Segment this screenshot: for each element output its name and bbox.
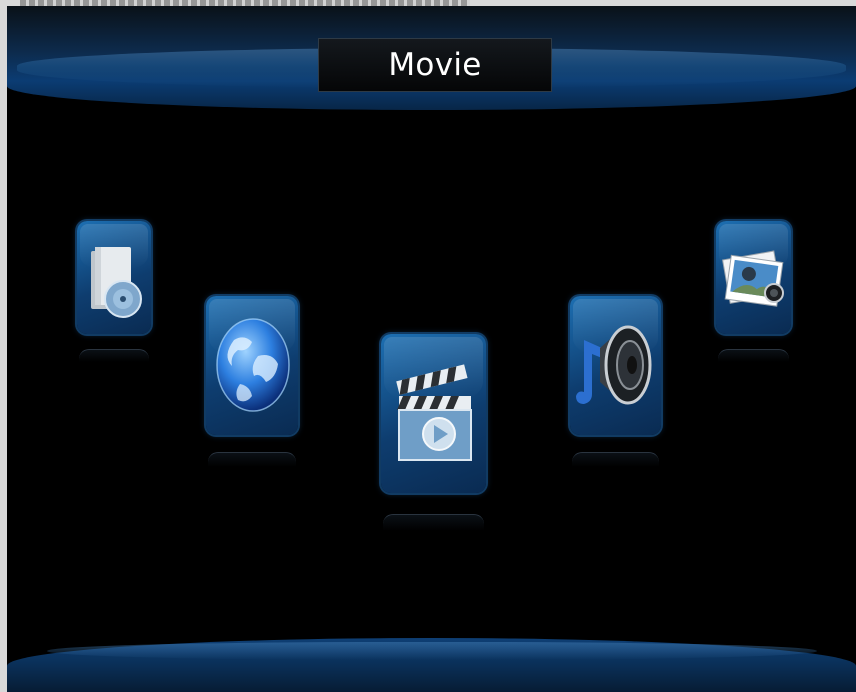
menu-item-photo[interactable] xyxy=(716,221,791,334)
menu-item-photo-reflection xyxy=(718,349,789,362)
menu-item-file[interactable] xyxy=(77,221,151,334)
disc-folder-icon xyxy=(91,247,142,318)
speaker-music-icon xyxy=(576,325,652,405)
media-menu-screen: Movie xyxy=(0,0,856,692)
menu-item-music-reflection xyxy=(572,452,659,467)
clapperboard-play-icon xyxy=(396,364,472,461)
left-border xyxy=(0,0,7,692)
page-title: Movie xyxy=(388,47,482,83)
menu-item-file-reflection xyxy=(79,349,149,362)
menu-item-movie[interactable] xyxy=(381,334,486,493)
menu-item-internet[interactable] xyxy=(206,296,298,435)
menu-item-movie-reflection xyxy=(383,514,484,531)
menu-item-music[interactable] xyxy=(570,296,661,435)
globe-icon xyxy=(216,318,290,412)
menu-item-internet-reflection xyxy=(208,452,296,467)
title-box: Movie xyxy=(318,38,552,92)
footer-bar xyxy=(7,638,856,692)
photo-stack-icon xyxy=(722,250,784,307)
footer-highlight xyxy=(47,642,817,660)
